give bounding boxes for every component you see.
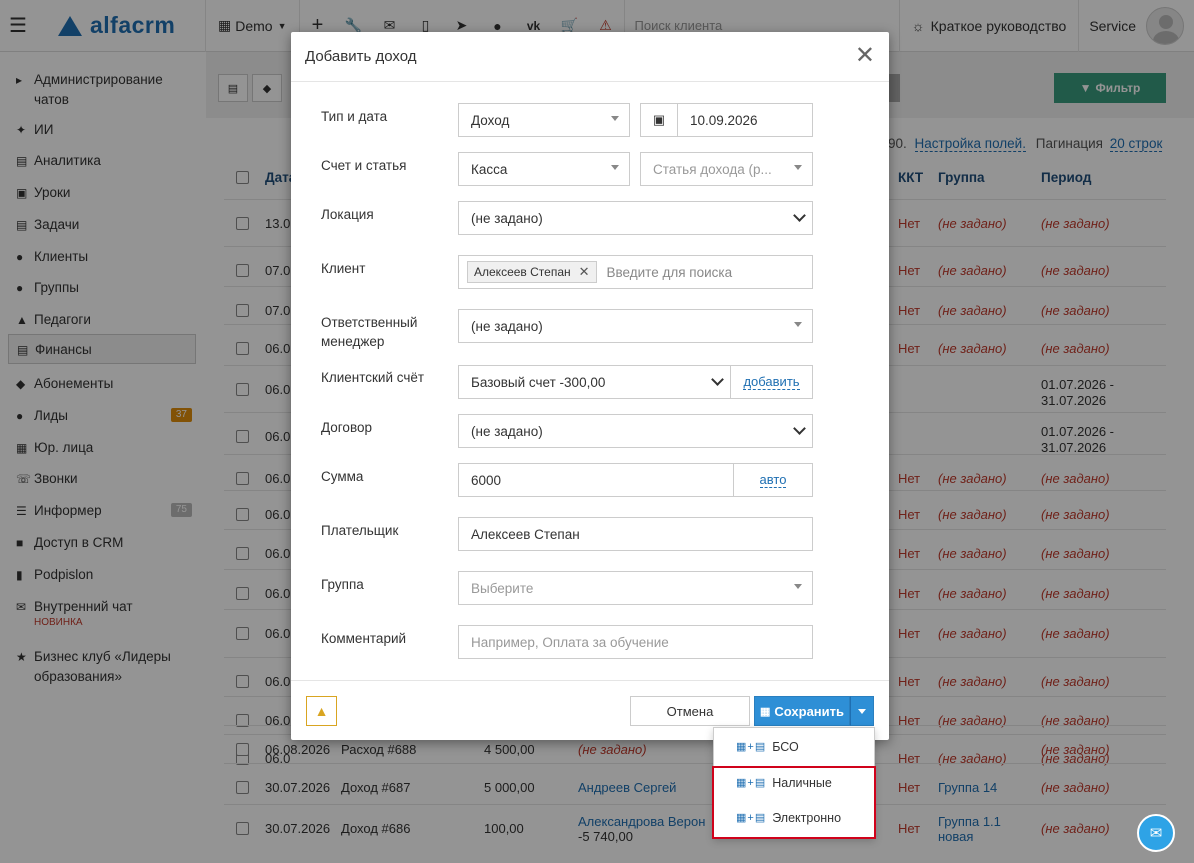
sum-value: 6000 [471, 472, 502, 488]
location-label: Локация [321, 207, 374, 222]
auto-link-label: авто [759, 471, 787, 488]
add-client-account-button[interactable]: добавить [730, 365, 813, 399]
comment-placeholder: Например, Оплата за обучение [471, 634, 669, 650]
save-bso-label: БСО [772, 739, 799, 754]
chat-bubbles-icon: ✉ [1149, 825, 1163, 842]
account-value: Касса [471, 161, 508, 177]
sum-label: Сумма [321, 469, 364, 484]
date-value: 10.09.2026 [690, 112, 758, 128]
client-tag-label: Алексеев Степан [474, 265, 571, 279]
chevron-down-icon [793, 422, 806, 435]
client-search-placeholder: Введите для поиска [606, 264, 733, 280]
contract-label: Договор [321, 420, 372, 435]
account-label: Счет и статья [321, 158, 407, 173]
flask-icon: ▲ [314, 703, 329, 719]
client-account-select[interactable]: Базовый счет -300,00 [458, 365, 731, 399]
client-account-label: Клиентский счёт [321, 370, 425, 385]
client-tag: Алексеев Степан ✕ [467, 261, 597, 283]
comment-input[interactable]: Например, Оплата за обучение [458, 625, 813, 659]
payer-input[interactable]: Алексеев Степан [458, 517, 813, 551]
save-button[interactable]: ▦ Сохранить [754, 696, 850, 726]
date-input[interactable]: 10.09.2026 [677, 103, 813, 137]
add-income-modal: Добавить доход ✕ Тип и дата Доход ▣ 10.0… [291, 32, 889, 740]
modal-title: Добавить доход [305, 48, 417, 65]
chat-help-button[interactable]: ✉ [1137, 814, 1175, 852]
client-label: Клиент [321, 261, 366, 276]
group-label: Группа [321, 577, 364, 592]
client-search-field[interactable]: Алексеев Степан ✕ Введите для поиска [458, 255, 813, 289]
save-options-menu: ▦+▤ БСО ▦+▤ Наличные ▦+▤ Электронно [713, 727, 875, 838]
comment-label: Комментарий [321, 631, 407, 646]
caret-down-icon [611, 165, 619, 170]
remove-tag-icon[interactable]: ✕ [579, 264, 590, 280]
payer-value: Алексеев Степан [471, 526, 580, 542]
manager-label: Ответственный менеджер [321, 315, 418, 349]
client-account-value: Базовый счет -300,00 [471, 374, 606, 390]
contract-select[interactable]: (не задано) [458, 414, 813, 448]
save-label: Сохранить [774, 703, 844, 719]
type-value: Доход [471, 112, 510, 128]
save-electronic-label: Электронно [772, 810, 842, 825]
floppy-printer-icon: ▦+▤ [736, 741, 767, 753]
save-cash-label: Наличные [772, 775, 832, 790]
save-options-toggle[interactable] [850, 696, 874, 726]
caret-down-icon [611, 116, 619, 121]
modal-header: Добавить доход [291, 32, 889, 82]
sum-input[interactable]: 6000 [458, 463, 734, 497]
account-select[interactable]: Касса [458, 152, 630, 186]
save-electronic-option[interactable]: ▦+▤ Электронно [714, 800, 874, 835]
caret-down-icon [858, 708, 866, 714]
cancel-button[interactable]: Отмена [630, 696, 750, 726]
type-select[interactable]: Доход [458, 103, 630, 137]
chevron-down-icon [711, 373, 724, 386]
chevron-down-icon [793, 209, 806, 222]
close-icon[interactable]: ✕ [855, 44, 875, 68]
group-select[interactable]: Выберите [458, 571, 813, 605]
calendar-button[interactable]: ▣ [640, 103, 678, 137]
manager-select[interactable]: (не задано) [458, 309, 813, 343]
calendar-icon: ▣ [652, 112, 666, 127]
group-placeholder: Выберите [471, 580, 534, 596]
manager-value: (не задано) [471, 318, 543, 334]
income-article-select[interactable]: Статья дохода (р... [640, 152, 813, 186]
location-select[interactable]: (не задано) [458, 201, 813, 235]
type-date-label: Тип и дата [321, 109, 388, 124]
article-placeholder: Статья дохода (р... [653, 161, 772, 177]
payer-label: Плательщик [321, 523, 399, 538]
floppy-disk-icon: ▦ [759, 705, 771, 718]
test-mode-button[interactable]: ▲ [306, 696, 337, 726]
caret-down-icon [794, 322, 802, 327]
save-bso-option[interactable]: ▦+▤ БСО [714, 729, 874, 764]
add-link-label: добавить [743, 373, 800, 390]
contract-value: (не задано) [471, 423, 543, 439]
save-cash-option[interactable]: ▦+▤ Наличные [714, 765, 874, 800]
floppy-cash-icon: ▦+▤ [736, 777, 767, 789]
auto-sum-button[interactable]: авто [733, 463, 813, 497]
floppy-card-icon: ▦+▤ [736, 812, 767, 824]
caret-down-icon [794, 584, 802, 589]
location-value: (не задано) [471, 210, 543, 226]
caret-down-icon [794, 165, 802, 170]
